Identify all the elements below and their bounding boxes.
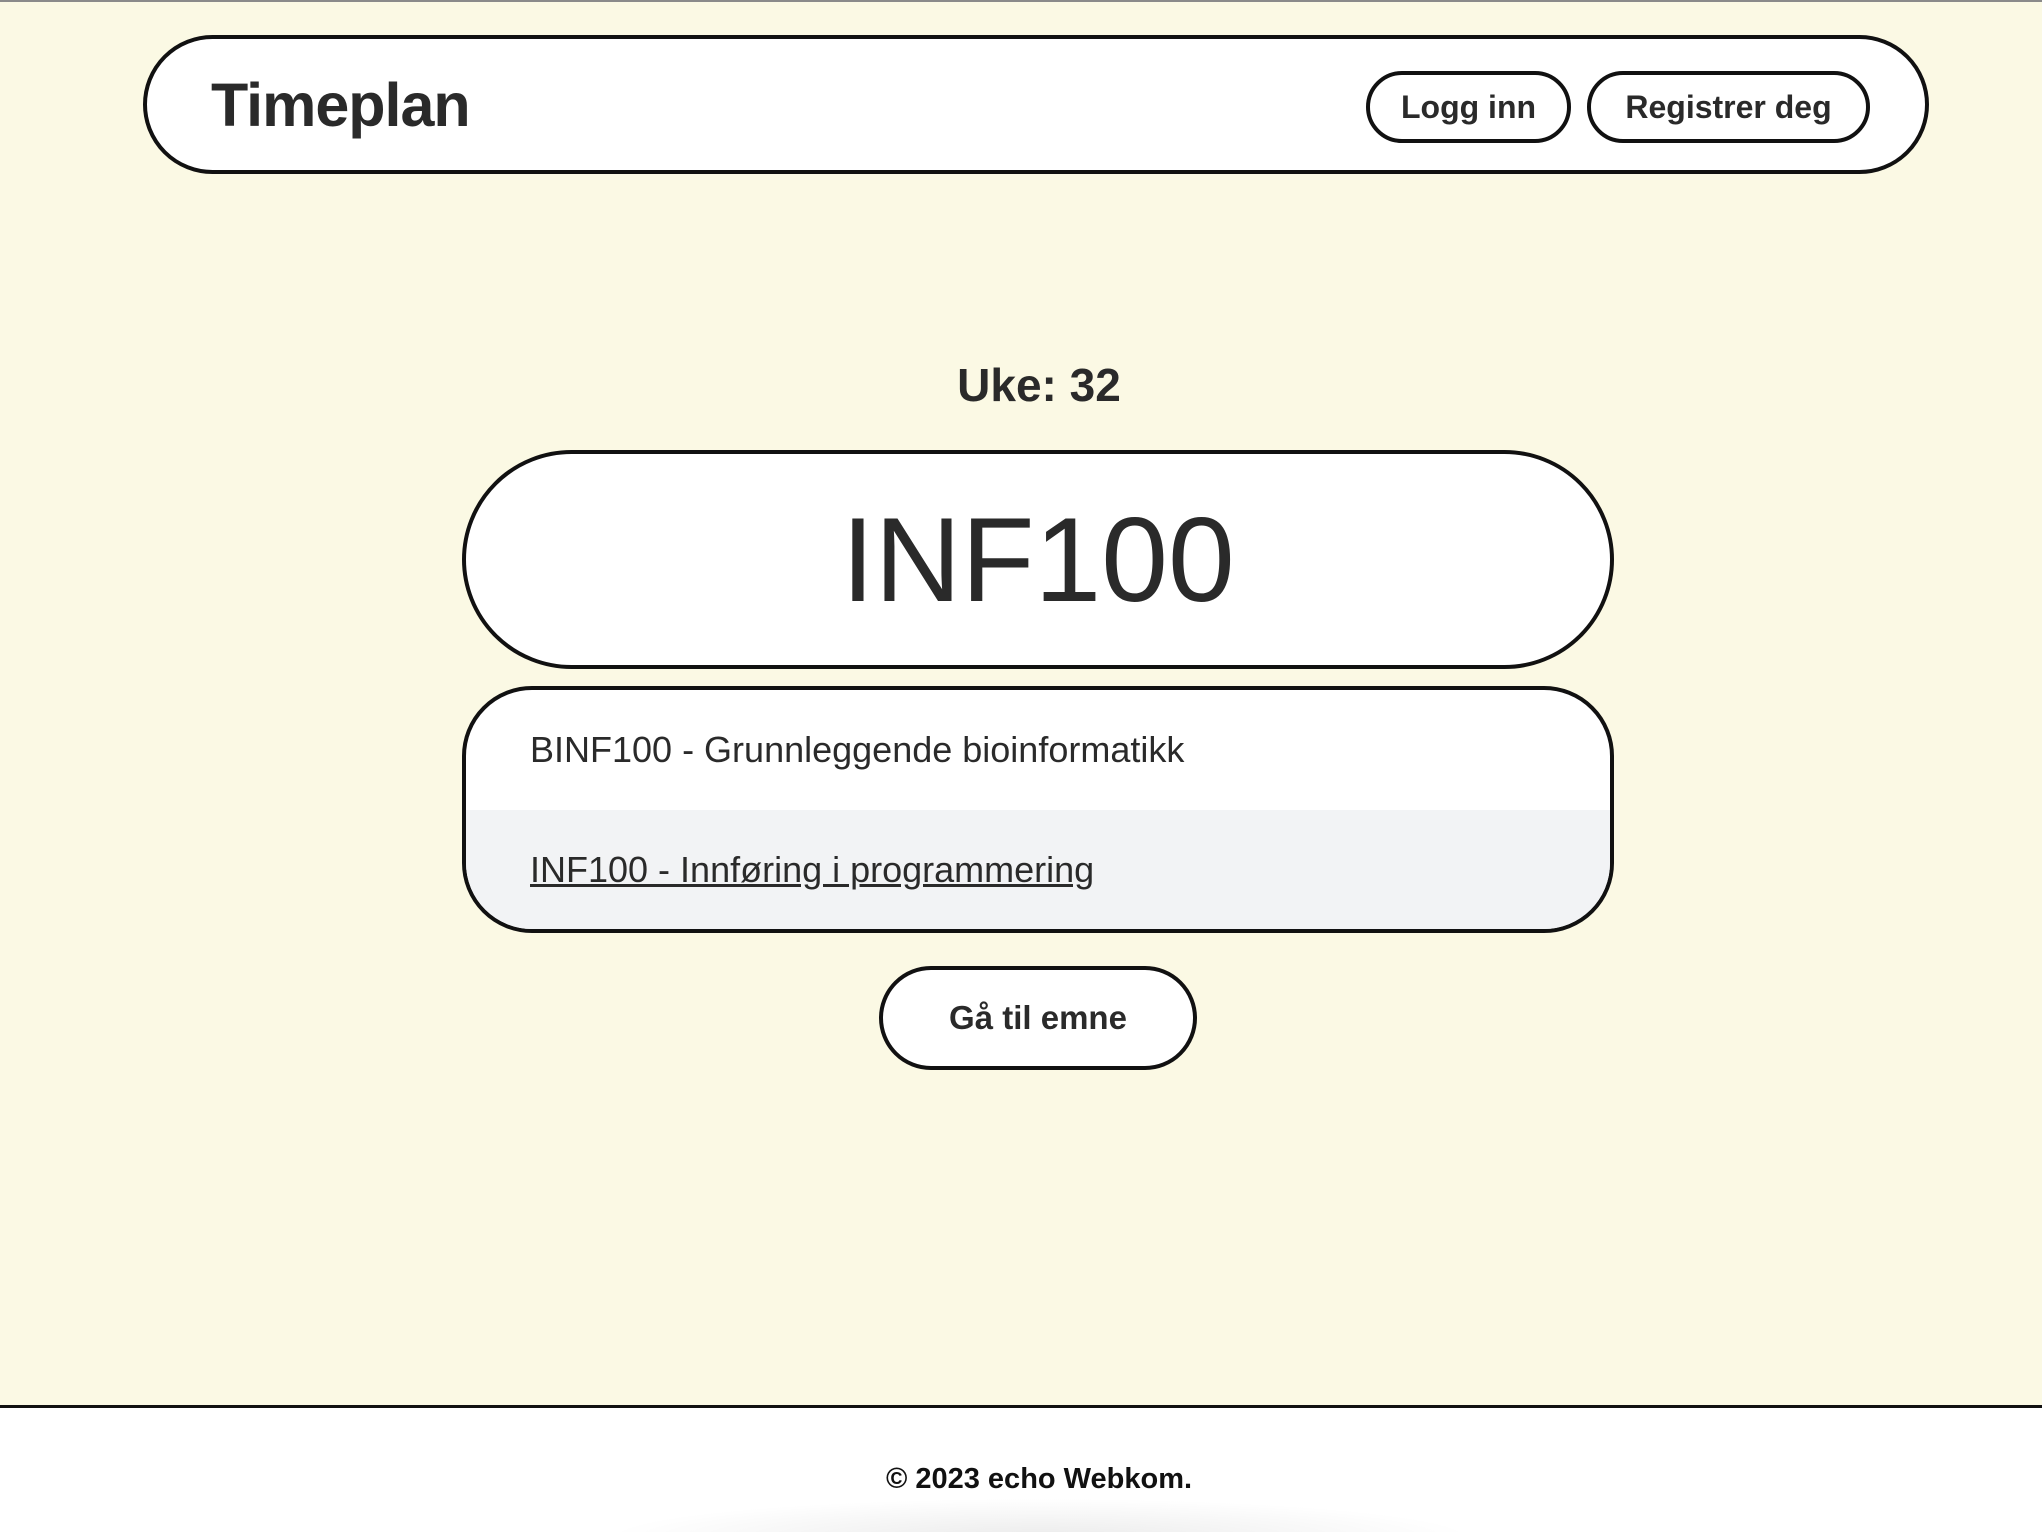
suggestion-item-inf100[interactable]: INF100 - Innføring i programmering bbox=[466, 810, 1610, 929]
course-suggestions-list: BINF100 - Grunnleggende bioinformatikk I… bbox=[462, 686, 1614, 933]
register-button[interactable]: Registrer deg bbox=[1587, 71, 1870, 143]
site-footer: © 2023 echo Webkom. bbox=[0, 1405, 2042, 1532]
go-to-course-button[interactable]: Gå til emne bbox=[879, 966, 1197, 1070]
window-top-border bbox=[0, 0, 2042, 2]
login-button[interactable]: Logg inn bbox=[1366, 71, 1571, 143]
copyright-text: © 2023 echo Webkom. bbox=[885, 1463, 1193, 1495]
course-search-input[interactable] bbox=[462, 450, 1614, 669]
footer-shadow bbox=[600, 1498, 1480, 1532]
suggestion-item-binf100[interactable]: BINF100 - Grunnleggende bioinformatikk bbox=[466, 690, 1610, 810]
brand-logo[interactable]: Timeplan bbox=[211, 75, 471, 136]
site-header: Timeplan Logg inn Registrer deg bbox=[143, 35, 1929, 174]
week-label: Uke: 32 bbox=[957, 359, 1121, 411]
